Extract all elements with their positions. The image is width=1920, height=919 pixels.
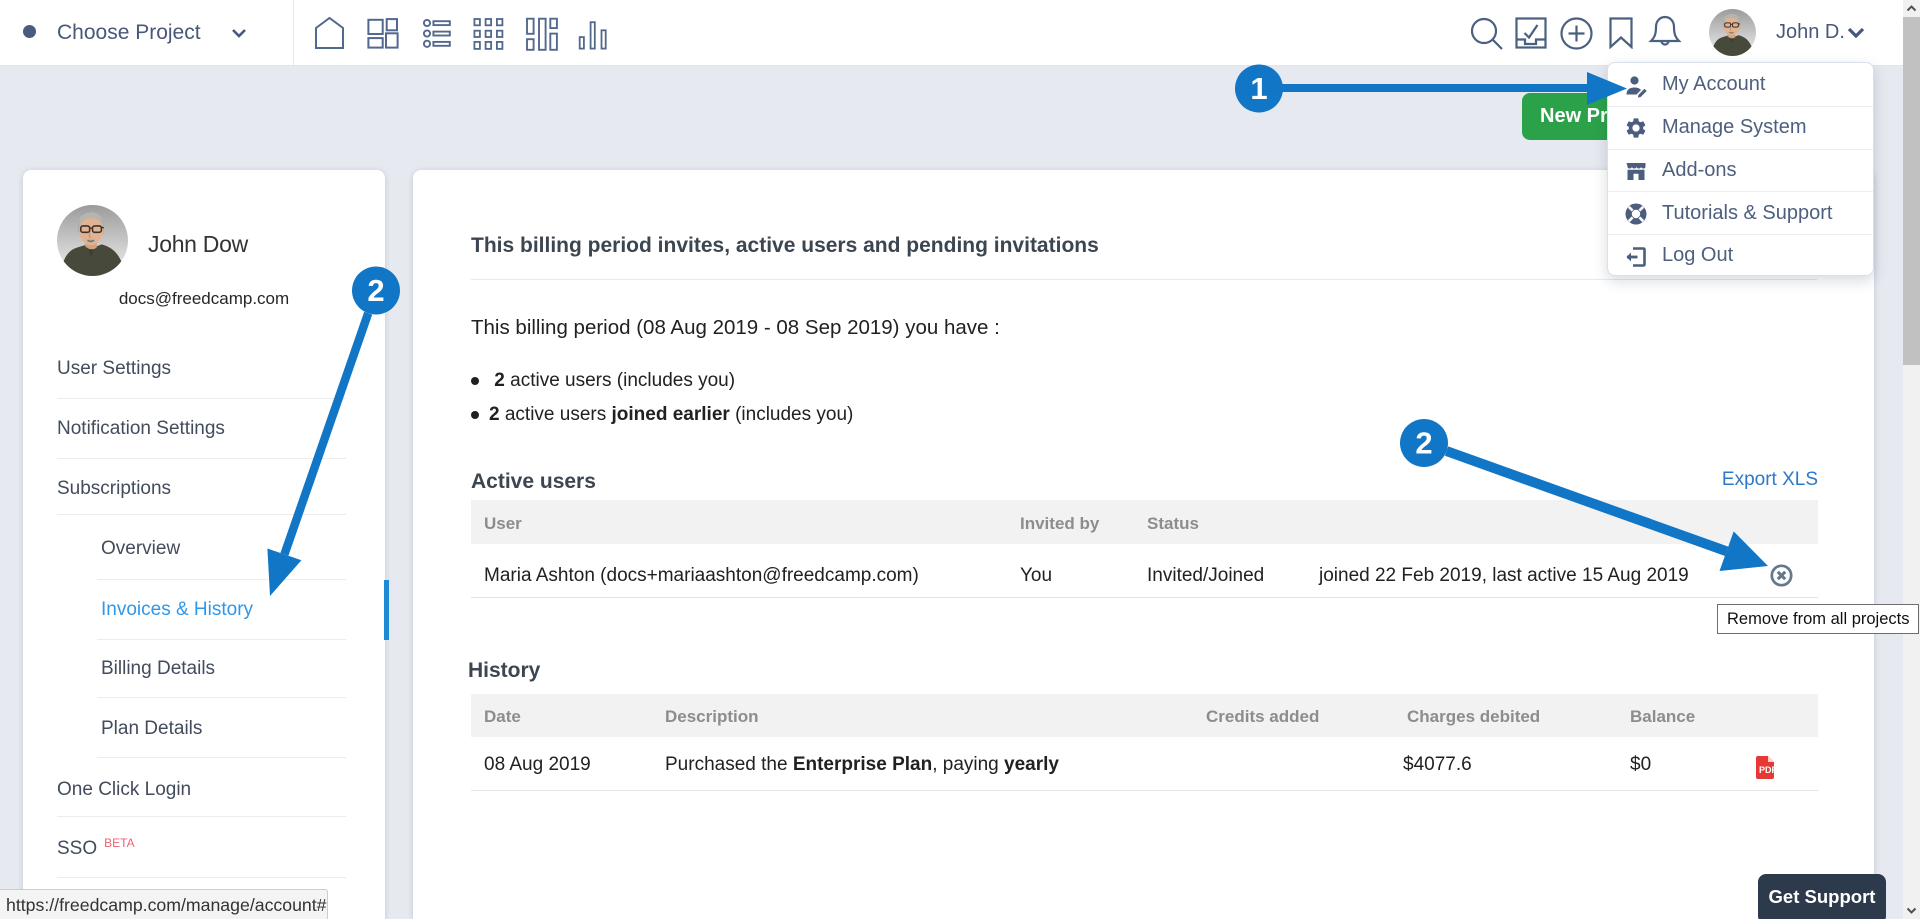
svg-text:1: 1 [1250, 71, 1267, 106]
svg-text:PDF: PDF [1759, 765, 1776, 775]
